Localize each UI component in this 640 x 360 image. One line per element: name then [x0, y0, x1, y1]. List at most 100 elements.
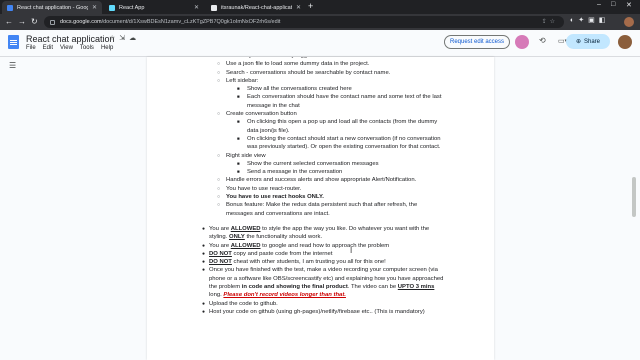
list-item: ■ Show the current selected conversation … [147, 160, 494, 168]
text-run: ALLOWED [230, 225, 261, 232]
forward-icon[interactable]: → [18, 17, 26, 26]
text-run: Show all the conversations created here [247, 86, 352, 93]
list-item: ● You are ALLOWED to style the app the wa… [147, 225, 494, 242]
back-icon[interactable]: ← [5, 17, 13, 26]
list-item: ○ You have to use react-router. [147, 185, 494, 193]
menu-item-view[interactable]: View [60, 45, 73, 51]
text-run: You have to use react-router. [226, 185, 302, 192]
bullet-icon: ○ [217, 152, 221, 159]
bullet-icon: ● [202, 308, 206, 315]
url-text: docs.google.com/document/d/1XswBDEsN1zam… [60, 19, 281, 25]
text-run: You are [209, 242, 231, 249]
list-item: ○ Create conversation button [147, 110, 494, 118]
text-run: cheat with other students, I am trusting… [231, 259, 386, 266]
text-run: You have to use react hooks ONLY. [226, 194, 324, 201]
docs-logo-icon[interactable] [8, 35, 19, 49]
reload-icon[interactable]: ↻ [31, 17, 38, 26]
scrollbar-thumb[interactable] [632, 177, 636, 217]
bullet-icon: ● [202, 300, 206, 307]
bullet-icon: ■ [237, 135, 240, 141]
menu-item-file[interactable]: File [26, 45, 36, 51]
text-run: ONLY [228, 234, 245, 241]
bullet-icon: ● [202, 242, 206, 249]
document-title[interactable]: React chat application [26, 34, 115, 44]
bullet-icon: ○ [217, 61, 221, 68]
maximize-icon[interactable]: □ [611, 1, 615, 8]
text-run: On clicking this open a pop up and load … [247, 119, 438, 134]
omnibox-actions[interactable]: ⇪☆ [542, 18, 558, 25]
list-item: ■ On clicking the contact should start a … [147, 135, 494, 152]
collaborator-avatar[interactable] [515, 35, 529, 49]
close-tab-icon[interactable]: ✕ [296, 4, 301, 11]
text-run: to google and read how to approach the p… [260, 242, 390, 249]
bullet-icon: ○ [217, 77, 221, 84]
list-item: ● You are ALLOWED to google and read how … [147, 242, 494, 250]
tab-favicon-icon [7, 4, 13, 11]
list-item: ○ Right side view [147, 152, 494, 160]
browser-toolbar: ← → ↻ docs.google.com/document/d/1XswBDE… [0, 14, 640, 30]
extension-icons[interactable]: ◐✦▣◧ [570, 16, 609, 24]
text-run: You are [209, 225, 231, 232]
request-edit-access-button[interactable]: Request edit access [444, 35, 510, 49]
browser-tab[interactable]: itsraunak/React-chat-application ✕ [206, 1, 306, 14]
browser-tab[interactable]: React App ✕ [104, 1, 204, 14]
docs-workspace: ☰ ○ Assume you are a dummy logged in user… [0, 57, 640, 360]
text-run: Assume you are a dummy logged in user. [226, 57, 334, 59]
text-run: Right side view [226, 152, 266, 159]
bullet-icon: ○ [217, 202, 221, 209]
browser-profile-avatar[interactable] [624, 17, 634, 27]
text-run: Please don't record videos longer than t… [223, 292, 346, 299]
text-run: Left sidebar: [226, 77, 259, 84]
bullet-icon: ○ [217, 177, 221, 184]
text-run: Use a json file to load some dummy data … [226, 61, 370, 68]
menu-item-help[interactable]: Help [101, 45, 113, 51]
new-tab-button[interactable]: + [308, 1, 313, 11]
list-item: ● Once you have finished with the test, m… [147, 266, 494, 299]
list-item: ● Host your code on github (using gh-page… [147, 308, 494, 316]
globe-icon: ⊕ [575, 39, 581, 45]
menu-item-tools[interactable]: Tools [80, 45, 94, 51]
menu-bar: File Edit View Tools Help [26, 45, 113, 51]
text-run: Search - conversations should be searcha… [226, 69, 391, 76]
bullet-icon: ■ [237, 160, 240, 166]
close-tab-icon[interactable]: ✕ [194, 4, 199, 11]
bullet-icon: ■ [237, 86, 240, 92]
text-run: Handle errors and success alerts and sho… [226, 177, 417, 184]
close-tab-icon[interactable]: ✕ [92, 4, 97, 11]
bullet-icon: ● [202, 250, 206, 257]
comment-history-icon[interactable]: ⟲ [539, 36, 546, 45]
address-bar[interactable]: docs.google.com/document/d/1XswBDEsN1zam… [44, 16, 564, 28]
tab-favicon-icon [109, 4, 115, 11]
text-cursor-icon: I [350, 246, 353, 255]
text-run: Upload the code to github. [209, 300, 278, 307]
scrollbar[interactable] [631, 57, 637, 360]
text-run: Send a message in the conversation [247, 169, 343, 176]
title-actions[interactable]: ☆⇲☁ [109, 34, 140, 42]
text-run: Each conversation should have the contac… [247, 94, 442, 109]
bullet-icon: ○ [217, 69, 221, 76]
document-body[interactable]: ○ Assume you are a dummy logged in user. ○… [147, 57, 494, 316]
bullet-icon: ○ [217, 185, 221, 192]
text-run: the functionality should work. [244, 234, 323, 241]
list-item: ○ Handle errors and success alerts and sh… [147, 176, 494, 184]
tab-title: React chat application - Google [17, 4, 88, 11]
text-run: copy and paste code from the internet [231, 250, 333, 257]
share-button[interactable]: ⊕ Share [566, 34, 610, 49]
text-run: DO NOT [209, 259, 232, 266]
text-run: On clicking the contact should start a n… [247, 135, 441, 151]
browser-tab[interactable]: React chat application - Google ✕ [2, 1, 102, 14]
bullet-icon: ○ [217, 194, 221, 201]
user-avatar[interactable] [618, 35, 632, 49]
menu-item-edit[interactable]: Edit [43, 45, 53, 51]
close-window-icon[interactable]: ✕ [626, 1, 632, 9]
bullet-icon: ● [202, 259, 206, 266]
list-item: ● Upload the code to github. [147, 300, 494, 308]
document-outline-icon[interactable]: ☰ [9, 61, 16, 70]
text-run: UPTO 3 mins [397, 284, 435, 291]
list-item: ○ You have to use react hooks ONLY. [147, 193, 494, 201]
document-page[interactable]: ○ Assume you are a dummy logged in user. ○… [147, 57, 494, 360]
minimize-icon[interactable]: – [597, 1, 601, 8]
text-run: DO NOT [209, 250, 232, 257]
tab-favicon-icon [211, 4, 217, 11]
